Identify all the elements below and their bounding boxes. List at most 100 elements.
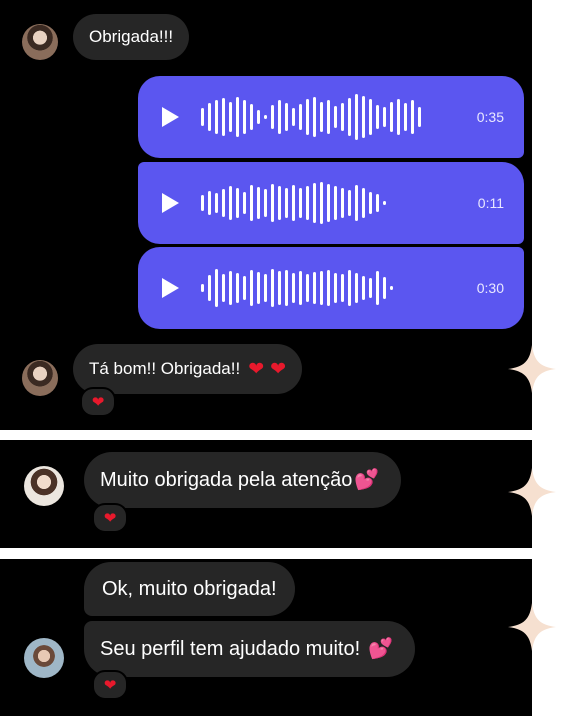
message-text: Ok, muito obrigada!: [102, 577, 277, 600]
waveform-bar: [215, 193, 218, 213]
waveform-bar: [348, 190, 351, 216]
waveform-bar: [236, 97, 239, 137]
waveform-bar: [369, 99, 372, 135]
waveform-bar: [208, 275, 211, 301]
waveform-bar: [341, 274, 344, 302]
waveform-bar: [313, 97, 316, 137]
two-hearts-icon: 💕: [368, 638, 394, 660]
waveform-bar: [320, 102, 323, 132]
waveform-bar: [229, 271, 232, 305]
reaction-badge[interactable]: ❤: [92, 670, 128, 700]
voice-message[interactable]: 0:35: [138, 76, 524, 158]
waveform-bar: [229, 102, 232, 132]
waveform-bar: [348, 270, 351, 306]
waveform-bar: [264, 274, 267, 302]
avatar[interactable]: [24, 466, 64, 506]
play-icon[interactable]: [162, 193, 179, 213]
sparkle-star-icon: [508, 603, 556, 651]
waveform-bar: [201, 284, 204, 292]
waveform-bar: [208, 191, 211, 215]
waveform-bar: [250, 185, 253, 221]
waveform-bar: [341, 103, 344, 131]
waveform-bar: [285, 270, 288, 306]
avatar[interactable]: [24, 638, 64, 678]
heart-icon: ❤: [248, 358, 265, 380]
heart-icon: ❤: [103, 676, 117, 694]
waveform-bar: [362, 188, 365, 218]
incoming-message[interactable]: Tá bom!! Obrigada!! ❤ ❤: [73, 344, 303, 394]
waveform-bar: [271, 105, 274, 129]
waveform-bar: [243, 192, 246, 214]
waveform-bar: [383, 107, 386, 127]
two-hearts-icon: 💕: [354, 469, 380, 491]
waveform: [201, 175, 386, 231]
reaction-badge[interactable]: ❤: [80, 387, 116, 417]
waveform-bar: [383, 201, 386, 205]
waveform-bar: [327, 100, 330, 134]
waveform-bar: [355, 185, 358, 221]
incoming-message[interactable]: Obrigada!!!: [73, 14, 190, 60]
waveform-bar: [299, 104, 302, 130]
waveform-bar: [201, 195, 204, 211]
voice-message[interactable]: 0:11: [138, 162, 524, 244]
waveform-bar: [334, 106, 337, 128]
waveform-bar: [264, 115, 267, 119]
waveform-bar: [250, 104, 253, 130]
waveform: [201, 89, 421, 145]
play-icon[interactable]: [162, 278, 179, 298]
waveform-bar: [257, 272, 260, 304]
message-text: Seu perfil tem ajudado muito!: [100, 637, 361, 660]
avatar[interactable]: [22, 24, 58, 60]
chat-panel-2: Muito obrigada pela atenção 💕 ❤: [0, 440, 532, 548]
waveform-bar: [369, 192, 372, 214]
waveform-bar: [208, 103, 211, 131]
waveform-bar: [376, 194, 379, 212]
message-text: Muito obrigada pela atenção: [100, 468, 353, 491]
waveform-bar: [278, 271, 281, 305]
incoming-message[interactable]: Seu perfil tem ajudado muito! 💕: [84, 621, 416, 677]
waveform-bar: [243, 100, 246, 134]
waveform-bar: [201, 108, 204, 126]
waveform-bar: [348, 98, 351, 136]
waveform-bar: [222, 189, 225, 217]
waveform-bar: [355, 94, 358, 140]
waveform-bar: [299, 271, 302, 305]
waveform-bar: [278, 100, 281, 134]
heart-icon: ❤: [103, 509, 117, 527]
waveform-bar: [236, 273, 239, 303]
waveform-bar: [397, 99, 400, 135]
waveform-bar: [215, 269, 218, 307]
waveform-bar: [222, 274, 225, 302]
message-text: Tá bom!! Obrigada!!: [89, 359, 241, 378]
waveform-bar: [271, 269, 274, 307]
waveform-bar: [390, 102, 393, 132]
chat-panel-1: Obrigada!!! 0:35 0:11 0:30 Tá bom!! Obri…: [0, 0, 532, 430]
voice-duration: 0:35: [476, 109, 504, 125]
waveform-bar: [327, 184, 330, 222]
waveform-bar: [306, 274, 309, 302]
waveform-bar: [418, 107, 421, 127]
waveform-bar: [320, 182, 323, 224]
waveform-bar: [355, 273, 358, 303]
incoming-message[interactable]: Ok, muito obrigada!: [84, 562, 295, 616]
waveform-bar: [292, 185, 295, 221]
waveform-bar: [306, 99, 309, 135]
voice-message[interactable]: 0:30: [138, 247, 524, 329]
play-icon[interactable]: [162, 107, 179, 127]
waveform-bar: [362, 96, 365, 138]
message-text: Obrigada!!!: [89, 27, 174, 46]
waveform-bar: [306, 186, 309, 220]
waveform-bar: [271, 184, 274, 222]
waveform-bar: [334, 273, 337, 303]
waveform-bar: [257, 187, 260, 219]
waveform-bar: [292, 108, 295, 126]
waveform-bar: [376, 271, 379, 305]
sparkle-star-icon: [508, 468, 556, 516]
waveform-bar: [376, 105, 379, 129]
waveform-bar: [292, 273, 295, 303]
waveform-bar: [299, 188, 302, 218]
waveform-bar: [215, 100, 218, 134]
reaction-badge[interactable]: ❤: [92, 503, 128, 533]
incoming-message[interactable]: Muito obrigada pela atenção 💕: [84, 452, 402, 508]
avatar[interactable]: [22, 360, 58, 396]
